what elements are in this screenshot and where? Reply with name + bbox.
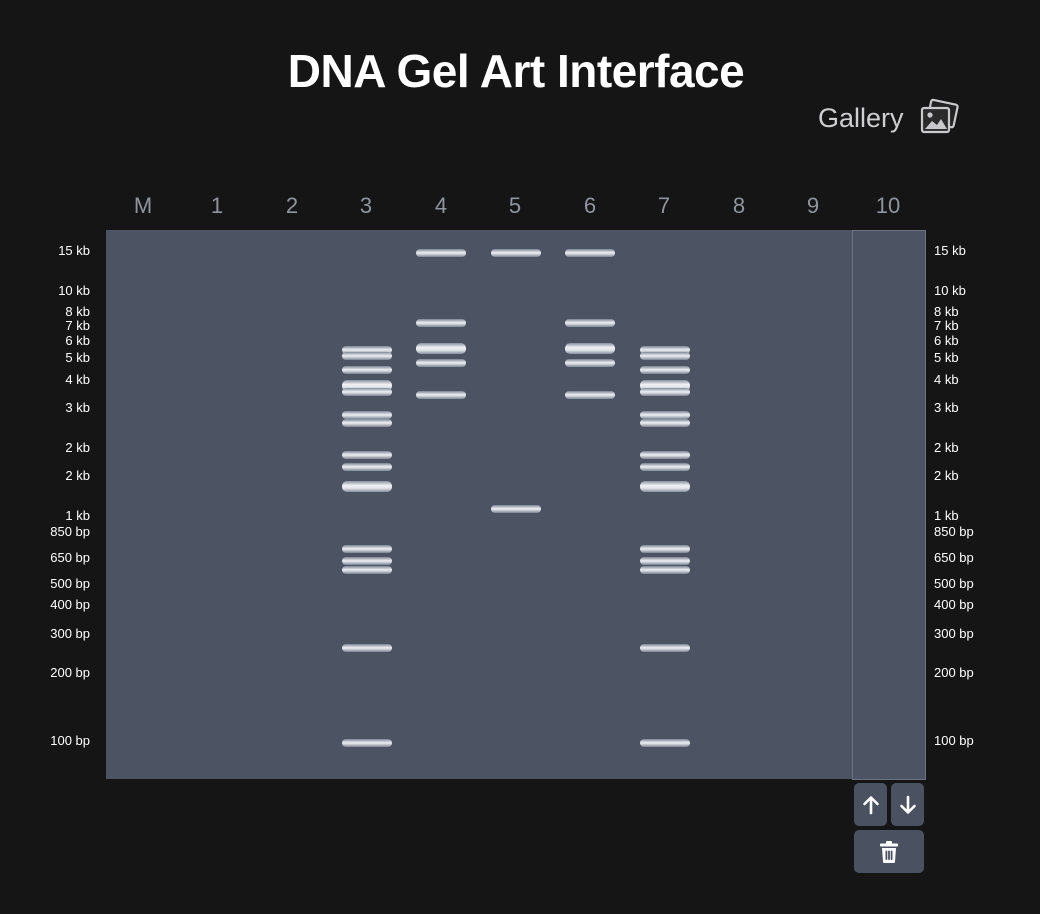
arrow-up-icon (862, 795, 880, 815)
size-marker-left: 5 kb (65, 350, 90, 365)
size-marker-right: 15 kb (934, 243, 966, 258)
lane-label-2: 2 (285, 193, 299, 218)
gel-band-lane-3[interactable] (342, 480, 392, 492)
gel-band-lane-3[interactable] (342, 419, 392, 427)
gel-band-lane-6[interactable] (565, 319, 615, 327)
size-marker-left: 650 bp (50, 550, 90, 565)
size-marker-right: 3 kb (934, 400, 959, 415)
gel-band-lane-7[interactable] (640, 545, 690, 553)
move-lane-up-button[interactable] (854, 783, 887, 826)
size-marker-right: 6 kb (934, 333, 959, 348)
size-marker-left: 8 kb (65, 304, 90, 319)
gel-band-lane-6[interactable] (565, 342, 615, 354)
gel-band-lane-3[interactable] (342, 557, 392, 565)
gel-band-lane-7[interactable] (640, 557, 690, 565)
gel-band-lane-4[interactable] (416, 391, 466, 399)
size-marker-right: 650 bp (934, 550, 974, 565)
size-marker-right: 100 bp (934, 733, 974, 748)
gel-band-lane-3[interactable] (342, 451, 392, 459)
size-marker-right: 200 bp (934, 665, 974, 680)
gel-band-lane-7[interactable] (640, 644, 690, 652)
lane-label-8: 8 (732, 193, 746, 218)
selected-lane-10[interactable] (852, 230, 926, 780)
gel-band-lane-7[interactable] (640, 366, 690, 374)
gallery-button[interactable]: Gallery (818, 98, 960, 138)
gel-band-lane-7[interactable] (640, 419, 690, 427)
gel-band-lane-7[interactable] (640, 388, 690, 396)
gel-band-lane-4[interactable] (416, 342, 466, 354)
gel-band-lane-3[interactable] (342, 366, 392, 374)
size-marker-left: 4 kb (65, 372, 90, 387)
gel-band-lane-3[interactable] (342, 566, 392, 574)
lane-label-1: 1 (210, 193, 224, 218)
trash-icon (878, 840, 900, 864)
size-marker-right: 5 kb (934, 350, 959, 365)
delete-lane-button[interactable] (854, 830, 924, 873)
lane-label-10: 10 (875, 193, 901, 218)
gel-band-lane-7[interactable] (640, 480, 690, 492)
gel-band-lane-3[interactable] (342, 644, 392, 652)
lane-label-5: 5 (508, 193, 522, 218)
gel-band-lane-4[interactable] (416, 359, 466, 367)
gel-band-lane-3[interactable] (342, 463, 392, 471)
lane-label-7: 7 (657, 193, 671, 218)
gel-band-lane-5[interactable] (491, 249, 541, 257)
size-marker-left: 15 kb (58, 243, 90, 258)
lane-label-m: M (133, 193, 153, 218)
move-lane-down-button[interactable] (891, 783, 924, 826)
size-marker-right: 400 bp (934, 597, 974, 612)
size-marker-left: 3 kb (65, 400, 90, 415)
size-marker-left: 100 bp (50, 733, 90, 748)
size-marker-right: 7 kb (934, 318, 959, 333)
gel-band-lane-7[interactable] (640, 739, 690, 747)
page-title: DNA Gel Art Interface (287, 44, 745, 97)
gallery-label: Gallery (818, 102, 904, 133)
size-marker-left: 300 bp (50, 626, 90, 641)
size-marker-right: 300 bp (934, 626, 974, 641)
size-marker-right: 500 bp (934, 576, 974, 591)
gel-band-lane-3[interactable] (342, 388, 392, 396)
lane-label-9: 9 (806, 193, 820, 218)
size-marker-left: 400 bp (50, 597, 90, 612)
arrow-down-icon (899, 795, 917, 815)
gel-band-lane-3[interactable] (342, 739, 392, 747)
size-marker-left: 200 bp (50, 665, 90, 680)
gel-band-lane-7[interactable] (640, 451, 690, 459)
photo-gallery-icon (918, 98, 960, 138)
gel-band-lane-7[interactable] (640, 463, 690, 471)
lane-label-6: 6 (583, 193, 597, 218)
size-marker-right: 850 bp (934, 524, 974, 539)
gel-band-lane-6[interactable] (565, 359, 615, 367)
size-marker-left: 1 kb (65, 508, 90, 523)
lane-label-3: 3 (359, 193, 373, 218)
gel-band-lane-4[interactable] (416, 249, 466, 257)
size-marker-left: 500 bp (50, 576, 90, 591)
gel-band-lane-7[interactable] (640, 352, 690, 360)
gel-band-lane-7[interactable] (640, 411, 690, 419)
size-marker-right: 2 kb (934, 468, 959, 483)
gel-band-lane-3[interactable] (342, 352, 392, 360)
gel-band-lane-7[interactable] (640, 566, 690, 574)
gel-band-lane-6[interactable] (565, 391, 615, 399)
gel-canvas[interactable] (106, 230, 852, 779)
size-marker-left: 10 kb (58, 283, 90, 298)
lane-label-4: 4 (434, 193, 448, 218)
gel-band-lane-4[interactable] (416, 319, 466, 327)
size-marker-left: 850 bp (50, 524, 90, 539)
size-marker-left: 2 kb (65, 440, 90, 455)
gel-band-lane-6[interactable] (565, 249, 615, 257)
size-marker-left: 7 kb (65, 318, 90, 333)
size-marker-right: 4 kb (934, 372, 959, 387)
gel-band-lane-3[interactable] (342, 411, 392, 419)
size-marker-left: 6 kb (65, 333, 90, 348)
size-marker-right: 10 kb (934, 283, 966, 298)
size-marker-right: 2 kb (934, 440, 959, 455)
gel-band-lane-5[interactable] (491, 505, 541, 513)
gel-band-lane-3[interactable] (342, 545, 392, 553)
size-marker-left: 2 kb (65, 468, 90, 483)
size-marker-right: 8 kb (934, 304, 959, 319)
size-marker-right: 1 kb (934, 508, 959, 523)
